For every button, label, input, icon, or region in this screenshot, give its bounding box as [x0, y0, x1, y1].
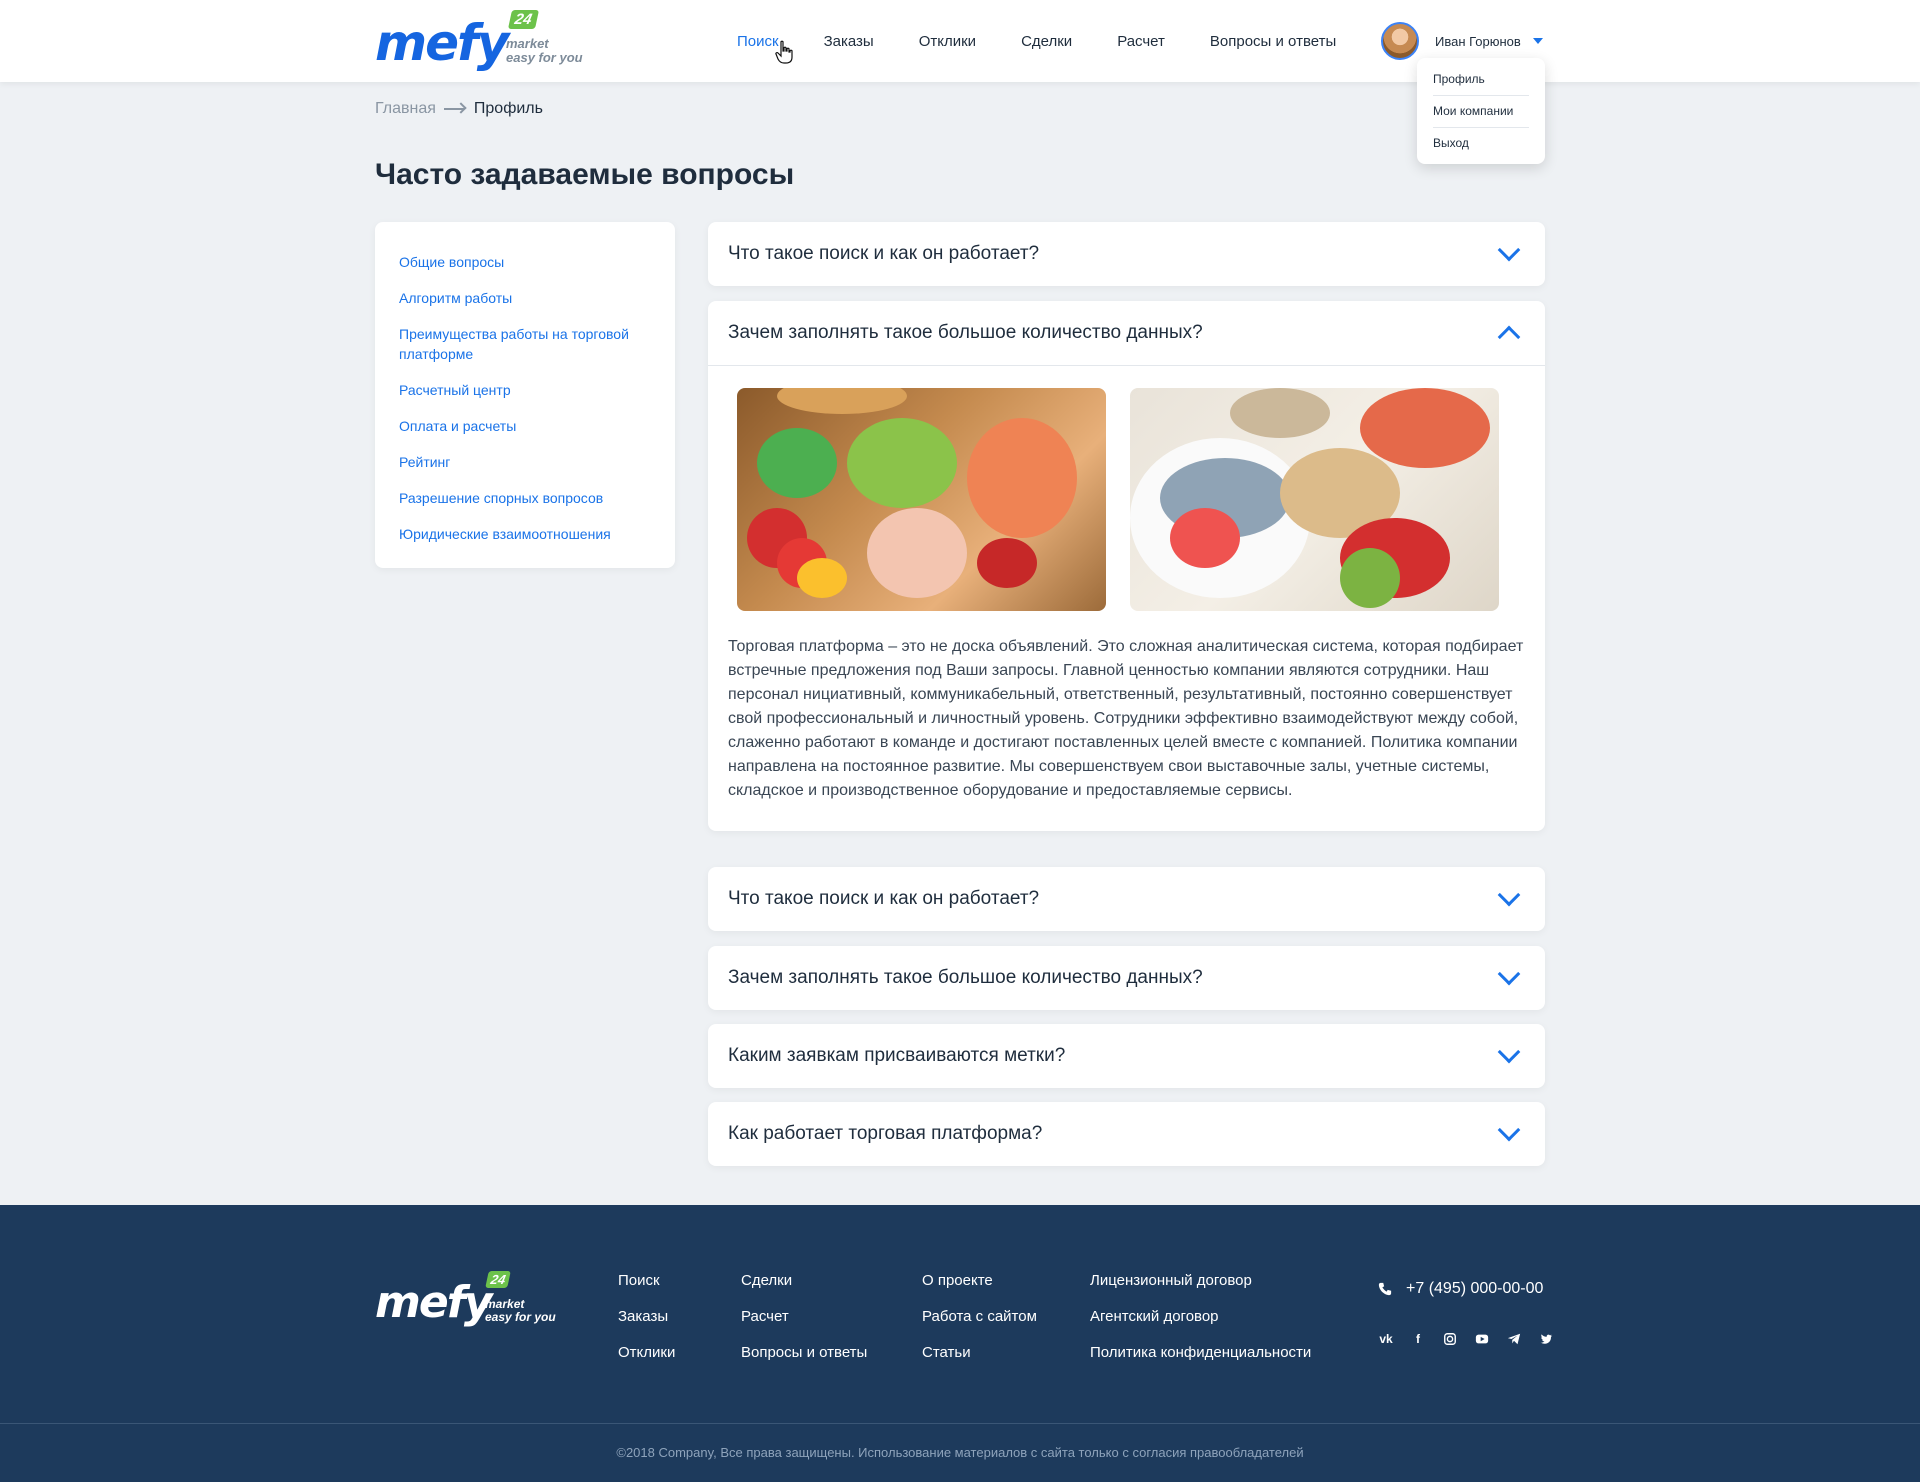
- footer-column: О проекте Работа с сайтом Статьи: [922, 1271, 1037, 1379]
- footer-column: Сделки Расчет Вопросы и ответы: [741, 1271, 867, 1379]
- chevron-down-icon: [1497, 238, 1521, 262]
- dropdown-item-companies[interactable]: Мои компании: [1433, 96, 1529, 128]
- footer-link-license[interactable]: Лицензионный договор: [1090, 1271, 1311, 1291]
- footer-link-articles[interactable]: Статьи: [922, 1343, 1037, 1363]
- food-image: [737, 388, 1106, 611]
- footer-column: Поиск Заказы Отклики: [618, 1271, 675, 1379]
- caret-down-icon: [1532, 38, 1543, 44]
- hand-cursor-icon: [775, 40, 793, 64]
- chevron-down-icon: [1497, 1040, 1521, 1064]
- footer-logo[interactable]: mefy 24 market easy for you: [375, 1271, 565, 1339]
- twitter-icon[interactable]: [1538, 1331, 1554, 1347]
- logo[interactable]: mefy 24 market easy for you: [375, 10, 595, 72]
- vk-icon[interactable]: vk: [1378, 1331, 1394, 1347]
- logo-word: mefy: [375, 1277, 493, 1328]
- facebook-icon[interactable]: f: [1410, 1331, 1426, 1347]
- instagram-icon[interactable]: [1442, 1331, 1458, 1347]
- nav-item-deals[interactable]: Сделки: [1021, 33, 1072, 50]
- breadcrumb-current: Профиль: [473, 100, 543, 117]
- faq-question: Каким заявкам присваиваются метки?: [728, 1045, 1066, 1066]
- nav-item-faq[interactable]: Вопросы и ответы: [1210, 33, 1336, 50]
- chevron-up-icon: [1497, 325, 1521, 349]
- faq-item: Каким заявкам присваиваются метки?: [708, 1024, 1545, 1088]
- user-menu-toggle[interactable]: Иван Горюнов: [1381, 22, 1543, 60]
- faq-answer: Торговая платформа – это не доска объявл…: [728, 638, 1524, 799]
- logo-badge: 24: [485, 1271, 512, 1288]
- logo-badge: 24: [507, 10, 539, 29]
- chevron-down-icon: [1497, 883, 1521, 907]
- breadcrumb: Главная Профиль: [375, 100, 543, 118]
- faq-question-toggle[interactable]: Что такое поиск и как он работает?: [708, 867, 1545, 931]
- faq-images: [708, 366, 1545, 611]
- phone-icon: [1378, 1282, 1392, 1296]
- faq-question-toggle[interactable]: Зачем заполнять такое большое количество…: [708, 946, 1545, 1010]
- faq-question-toggle[interactable]: Каким заявкам присваиваются метки?: [708, 1024, 1545, 1088]
- logo-tagline-2: easy for you: [485, 1310, 556, 1324]
- logo-tagline-1: market: [485, 1297, 525, 1311]
- sidebar-item-disputes[interactable]: Разрешение спорных вопросов: [399, 488, 651, 508]
- telegram-icon[interactable]: [1506, 1331, 1522, 1347]
- footer-link-orders[interactable]: Заказы: [618, 1307, 675, 1327]
- copyright: ©2018 Company, Все права защищены. Испол…: [616, 1445, 1304, 1460]
- footer-link-site-help[interactable]: Работа с сайтом: [922, 1307, 1037, 1327]
- faq-categories: Общие вопросы Алгоритм работы Преимущест…: [375, 222, 675, 568]
- user-name: Иван Горюнов: [1435, 33, 1521, 49]
- faq-item-expanded: Зачем заполнять такое большое количество…: [708, 301, 1545, 831]
- faq-question: Как работает торговая платформа?: [728, 1123, 1043, 1144]
- sidebar-item-algorithm[interactable]: Алгоритм работы: [399, 288, 651, 308]
- site-header: mefy 24 market easy for you Поиск Заказы…: [0, 0, 1920, 164]
- site-footer: mefy 24 market easy for you Поиск Заказы…: [0, 1205, 1920, 1482]
- user-dropdown: Профиль Мои компании Выход: [1417, 58, 1545, 164]
- dropdown-item-profile[interactable]: Профиль: [1433, 64, 1529, 96]
- logo-tagline-2: easy for you: [506, 50, 583, 65]
- faq-item: Как работает торговая платформа?: [708, 1102, 1545, 1166]
- faq-item: Зачем заполнять такое большое количество…: [708, 946, 1545, 1010]
- social-links: vk f: [1378, 1331, 1554, 1347]
- breadcrumb-home[interactable]: Главная: [375, 100, 436, 118]
- sidebar-item-rating[interactable]: Рейтинг: [399, 452, 651, 472]
- nav-item-calculation[interactable]: Расчет: [1117, 33, 1165, 50]
- page-title: Часто задаваемые вопросы: [375, 158, 795, 191]
- footer-link-deals[interactable]: Сделки: [741, 1271, 867, 1291]
- faq-question-toggle[interactable]: Что такое поиск и как он работает?: [708, 222, 1545, 286]
- logo-tagline-1: market: [506, 36, 549, 51]
- footer-link-responses[interactable]: Отклики: [618, 1343, 675, 1363]
- faq-question-toggle[interactable]: Зачем заполнять такое большое количество…: [708, 301, 1545, 365]
- faq-question: Зачем заполнять такое большое количество…: [728, 322, 1203, 343]
- faq-question: Зачем заполнять такое большое количество…: [728, 967, 1203, 988]
- sidebar-item-advantages[interactable]: Преимущества работы на торговой платформ…: [399, 324, 651, 364]
- footer-column: Лицензионный договор Агентский договор П…: [1090, 1271, 1311, 1379]
- nav-item-responses[interactable]: Отклики: [919, 33, 976, 50]
- faq-question: Что такое поиск и как он работает?: [728, 243, 1040, 264]
- footer-link-search[interactable]: Поиск: [618, 1271, 675, 1291]
- faq-question: Что такое поиск и как он работает?: [728, 888, 1040, 909]
- sidebar-item-general[interactable]: Общие вопросы: [399, 252, 651, 272]
- chevron-down-icon: [1497, 962, 1521, 986]
- footer-phone[interactable]: +7 (495) 000-00-00: [1378, 1280, 1543, 1298]
- arrow-right-icon: [443, 108, 464, 110]
- footer-link-agency[interactable]: Агентский договор: [1090, 1307, 1311, 1327]
- logo-word: mefy: [375, 14, 509, 72]
- footer-divider: [0, 1423, 1920, 1424]
- footer-link-calculation[interactable]: Расчет: [741, 1307, 867, 1327]
- faq-question-toggle[interactable]: Как работает торговая платформа?: [708, 1102, 1545, 1166]
- faq-item: Что такое поиск и как он работает?: [708, 867, 1545, 931]
- footer-link-about[interactable]: О проекте: [922, 1271, 1037, 1291]
- nav-item-orders[interactable]: Заказы: [824, 33, 874, 50]
- sidebar-item-settlement-center[interactable]: Расчетный центр: [399, 380, 651, 400]
- phone-number: +7 (495) 000-00-00: [1406, 1280, 1544, 1297]
- chevron-down-icon: [1497, 1118, 1521, 1142]
- avatar: [1381, 22, 1419, 60]
- nav-item-search[interactable]: Поиск: [737, 33, 779, 50]
- food-image: [1130, 388, 1499, 611]
- youtube-icon[interactable]: [1474, 1331, 1490, 1347]
- dropdown-item-logout[interactable]: Выход: [1433, 128, 1529, 160]
- footer-link-faq[interactable]: Вопросы и ответы: [741, 1343, 867, 1363]
- footer-link-privacy[interactable]: Политика конфиденциальности: [1090, 1343, 1311, 1363]
- sidebar-item-payments[interactable]: Оплата и расчеты: [399, 416, 651, 436]
- faq-item: Что такое поиск и как он работает?: [708, 222, 1545, 286]
- main-nav: Поиск Заказы Отклики Сделки Расчет Вопро…: [737, 0, 1381, 82]
- sidebar-item-legal[interactable]: Юридические взаимоотношения: [399, 524, 651, 544]
